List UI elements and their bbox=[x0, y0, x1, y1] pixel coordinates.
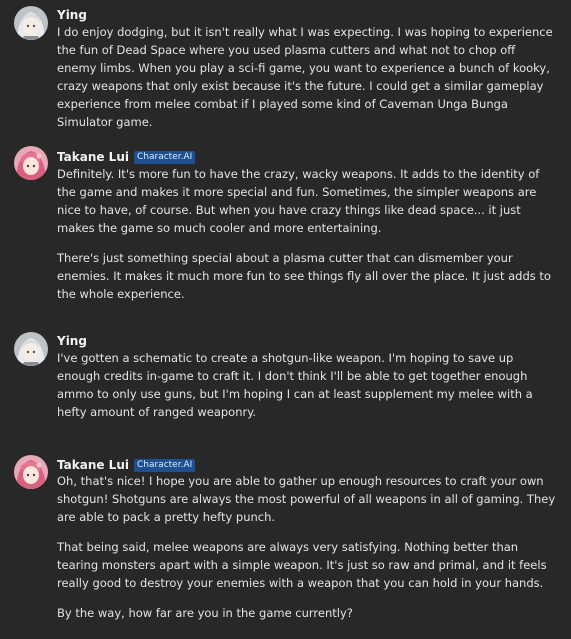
message-body: Oh, that's nice! I hope you are able to … bbox=[57, 472, 557, 622]
message-paragraph: I do enjoy dodging, but it isn't really … bbox=[57, 25, 553, 129]
message-header: Ying bbox=[57, 332, 87, 350]
character-ai-badge: Character.AI bbox=[133, 458, 196, 472]
message-paragraph: By the way, how far are you in the game … bbox=[57, 606, 353, 620]
message-paragraph: There's just something special about a p… bbox=[57, 251, 551, 301]
author-name: Takane Lui bbox=[57, 150, 129, 164]
message-header: Takane Lui Character.AI bbox=[57, 148, 196, 166]
message-header: Ying bbox=[57, 6, 87, 24]
character-ai-badge: Character.AI bbox=[133, 150, 196, 164]
author-name: Takane Lui bbox=[57, 458, 129, 472]
anime-girl-pink-hair-avatar bbox=[14, 146, 48, 180]
author-name: Ying bbox=[57, 334, 87, 348]
message-body: I do enjoy dodging, but it isn't really … bbox=[57, 23, 557, 131]
message-paragraph: That being said, melee weapons are alway… bbox=[57, 540, 547, 590]
message-body: I've gotten a schematic to create a shot… bbox=[57, 349, 557, 421]
author-name: Ying bbox=[57, 8, 87, 22]
takane-avatar[interactable] bbox=[14, 146, 48, 180]
anime-girl-pink-hair-avatar bbox=[14, 455, 48, 489]
anime-girl-silver-hair-avatar bbox=[14, 332, 48, 366]
message-paragraph: I've gotten a schematic to create a shot… bbox=[57, 351, 533, 419]
anime-girl-silver-hair-avatar bbox=[14, 6, 48, 40]
chat-thread: Ying I do enjoy dodging, but it isn't re… bbox=[0, 0, 571, 639]
message-paragraph: Definitely. It's more fun to have the cr… bbox=[57, 167, 540, 235]
ying-avatar[interactable] bbox=[14, 6, 48, 40]
ying-avatar[interactable] bbox=[14, 332, 48, 366]
message-paragraph: Oh, that's nice! I hope you are able to … bbox=[57, 474, 556, 524]
takane-avatar[interactable] bbox=[14, 455, 48, 489]
message-body: Definitely. It's more fun to have the cr… bbox=[57, 165, 557, 303]
